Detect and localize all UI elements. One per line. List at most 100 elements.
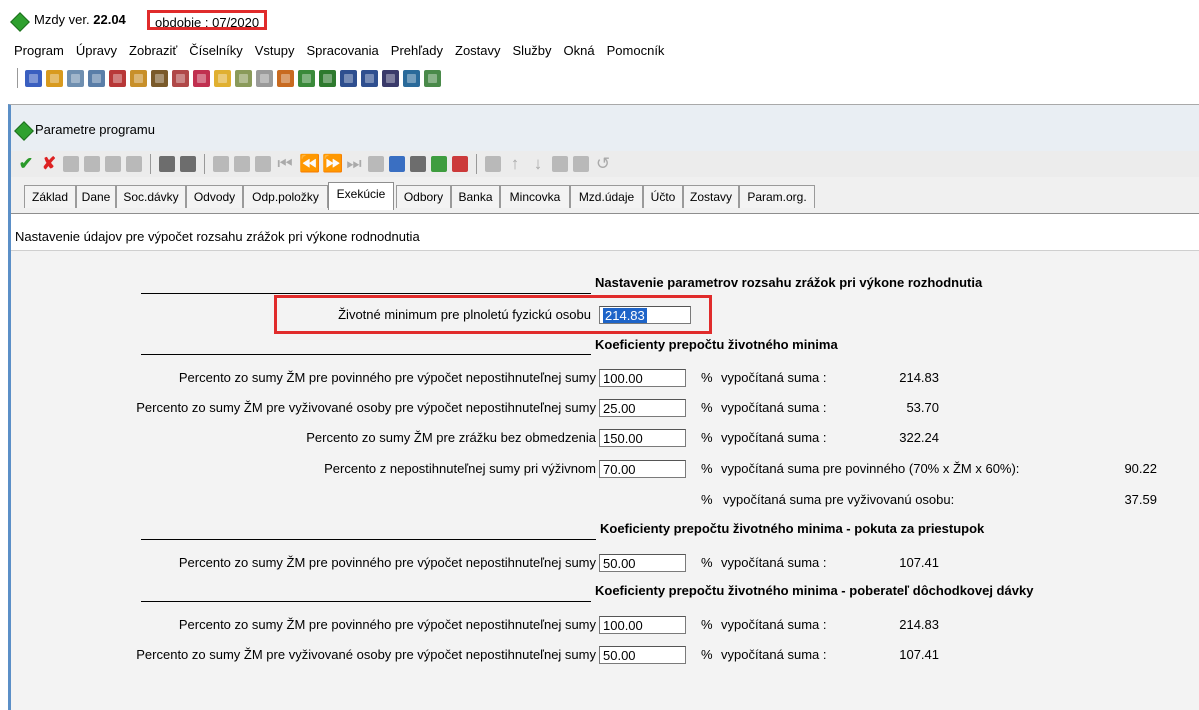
notes-icon[interactable] <box>235 69 252 87</box>
menu-okna[interactable]: Okná <box>558 40 601 62</box>
menu-prehlady[interactable]: Prehľady <box>385 40 449 62</box>
tab-odp-polozky[interactable]: Odp.položky <box>243 185 328 208</box>
undo-icon[interactable]: ↺ <box>594 154 612 174</box>
percent-sign: % <box>701 430 713 445</box>
pen-icon[interactable] <box>214 69 231 87</box>
calc-label: vypočítaná suma : <box>721 400 827 415</box>
section-divider <box>141 293 591 294</box>
cancel-icon[interactable]: ✘ <box>40 154 58 174</box>
percent-input[interactable]: 100.00 <box>599 616 686 634</box>
table-delete-icon[interactable] <box>105 156 121 172</box>
refresh-icon[interactable] <box>552 156 568 172</box>
toolbar-separator <box>476 154 477 174</box>
calc-result: 214.83 <box>899 370 939 385</box>
calc-label: vypočítaná suma : <box>721 430 827 445</box>
arrow-down-icon[interactable]: ↓ <box>529 154 547 174</box>
percent-sign: % <box>701 555 713 570</box>
row-label: Percento zo sumy ŽM pre vyživované osoby… <box>136 400 596 415</box>
tab-odvody[interactable]: Odvody <box>186 185 243 208</box>
calculator-icon[interactable] <box>298 69 315 87</box>
calc-result: 107.41 <box>899 647 939 662</box>
menu-spracovania[interactable]: Spracovania <box>301 40 385 62</box>
menu-bar: Program Úpravy Zobraziť Číselníky Vstupy… <box>0 40 1199 62</box>
filter-icon[interactable] <box>213 156 229 172</box>
flag-icon[interactable] <box>431 156 447 172</box>
register-icon[interactable] <box>109 69 126 87</box>
table-icon[interactable] <box>63 156 79 172</box>
lock-icon[interactable] <box>46 69 63 87</box>
screen-icon[interactable] <box>403 69 420 87</box>
windows-icon[interactable] <box>382 69 399 87</box>
tab-ucto[interactable]: Účto <box>643 185 683 208</box>
calendar-icon[interactable] <box>424 69 441 87</box>
tab-dane[interactable]: Dane <box>76 185 116 208</box>
percent-sign: % <box>701 400 713 415</box>
globe-icon[interactable] <box>389 156 405 172</box>
money-icon[interactable] <box>319 69 336 87</box>
calc-label: vypočítaná suma : <box>721 370 827 385</box>
calc-result: 90.22 <box>1124 461 1157 476</box>
menu-vstupy[interactable]: Vstupy <box>249 40 301 62</box>
menu-pomocnik[interactable]: Pomocník <box>601 40 671 62</box>
preview-icon[interactable] <box>180 156 196 172</box>
window-title: Parametre programu <box>35 122 155 137</box>
tab-param-org[interactable]: Param.org. <box>739 185 815 208</box>
app-name: Mzdy ver. 22.04 <box>34 12 126 27</box>
arrow-up-icon[interactable]: ↑ <box>506 154 524 174</box>
list-icon[interactable] <box>361 69 378 87</box>
table-add-icon[interactable] <box>84 156 100 172</box>
percent-sign: % <box>701 370 713 385</box>
percent-sign: % <box>701 492 713 507</box>
tab-odbory[interactable]: Odbory <box>396 185 451 208</box>
table-edit-icon[interactable] <box>126 156 142 172</box>
door-icon[interactable] <box>25 69 42 87</box>
menu-zobrazit[interactable]: Zobraziť <box>123 40 183 62</box>
card-icon[interactable] <box>67 69 84 87</box>
filter-edit-icon[interactable] <box>255 156 271 172</box>
execution-form: Nastavenie parametrov rozsahu zrážok pri… <box>11 251 1199 710</box>
confirm-icon[interactable]: ✔ <box>17 154 35 174</box>
menu-ciselniky[interactable]: Číselníky <box>183 40 248 62</box>
filter-clear-icon[interactable] <box>234 156 250 172</box>
app-logo-icon <box>10 12 30 32</box>
menu-zostavy[interactable]: Zostavy <box>449 40 507 62</box>
calc-result: 107.41 <box>899 555 939 570</box>
bookmark-icon[interactable] <box>368 156 384 172</box>
tab-mzd-udaje[interactable]: Mzd.údaje <box>570 185 643 208</box>
checkbox-icon[interactable] <box>256 69 273 87</box>
percent-input[interactable]: 70.00 <box>599 460 686 478</box>
percent-input[interactable]: 50.00 <box>599 554 686 572</box>
tab-zaklad[interactable]: Základ <box>24 185 76 208</box>
sort-icon[interactable] <box>485 156 501 172</box>
menu-sluzby[interactable]: Služby <box>507 40 558 62</box>
grid-icon[interactable] <box>340 69 357 87</box>
tab-exekucie[interactable]: Exekúcie <box>328 182 394 210</box>
hand-icon[interactable] <box>573 156 589 172</box>
medical-icon[interactable] <box>193 69 210 87</box>
window-title-bar: Parametre programu <box>11 105 1199 151</box>
menu-program[interactable]: Program <box>0 40 70 62</box>
prev-record-icon[interactable]: ⏪ <box>299 154 320 174</box>
menu-upravy[interactable]: Úpravy <box>70 40 123 62</box>
tab-soc-davky[interactable]: Soc.dávky <box>116 185 186 208</box>
next-record-icon[interactable]: ⏩ <box>322 154 343 174</box>
family-icon[interactable] <box>151 69 168 87</box>
percent-input[interactable]: 50.00 <box>599 646 686 664</box>
percent-input[interactable]: 150.00 <box>599 429 686 447</box>
tab-mincovka[interactable]: Mincovka <box>500 185 570 208</box>
last-record-icon[interactable]: ⏭ <box>345 154 363 174</box>
percent-input[interactable]: 100.00 <box>599 369 686 387</box>
highlight-box <box>274 295 712 334</box>
percent-input[interactable]: 25.00 <box>599 399 686 417</box>
print-icon[interactable] <box>159 156 175 172</box>
report-icon[interactable] <box>277 69 294 87</box>
tab-zostavy[interactable]: Zostavy <box>683 185 739 208</box>
person-icon[interactable] <box>130 69 147 87</box>
first-record-icon[interactable]: ⏮ <box>276 154 294 174</box>
tab-banka[interactable]: Banka <box>451 185 500 208</box>
edit-icon[interactable] <box>88 69 105 87</box>
group-icon[interactable] <box>172 69 189 87</box>
export-icon[interactable] <box>452 156 468 172</box>
percent-sign: % <box>701 461 713 476</box>
database-icon[interactable] <box>410 156 426 172</box>
